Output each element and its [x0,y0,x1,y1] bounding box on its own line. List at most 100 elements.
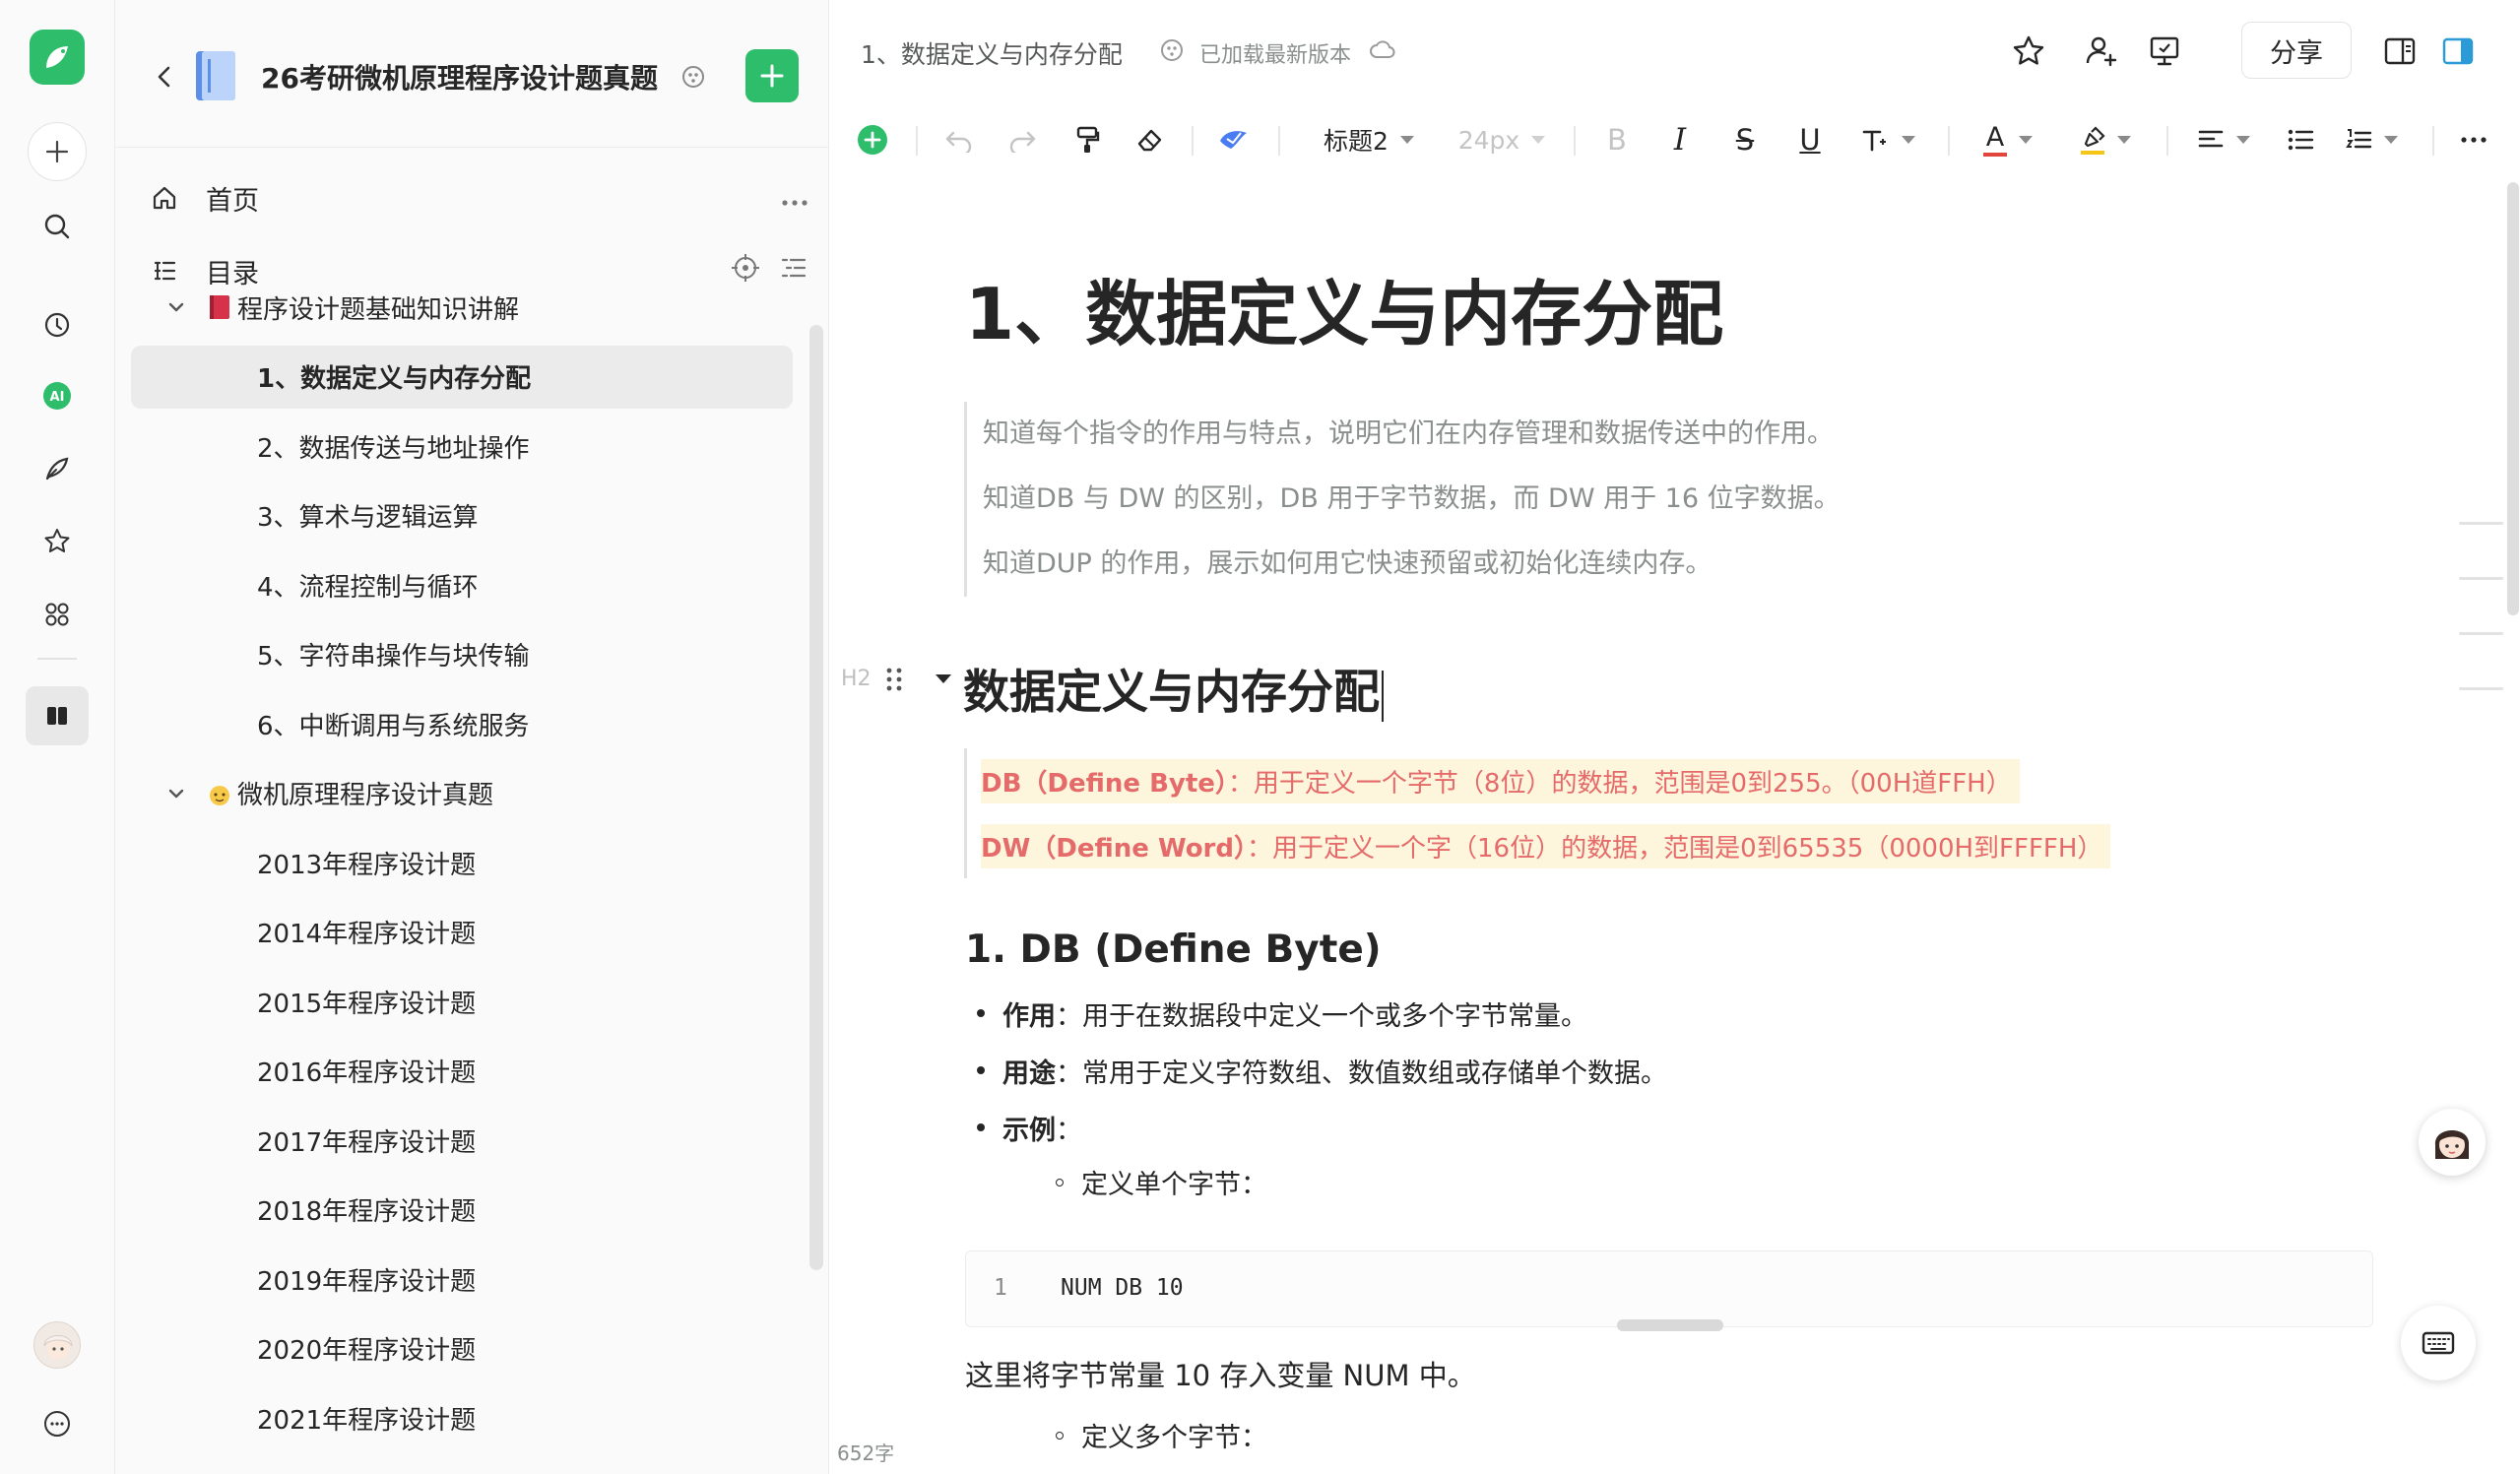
notes-feather-icon[interactable] [35,447,79,490]
tree-item[interactable]: 1、数据定义与内存分配 [131,345,793,409]
breadcrumb[interactable]: 1、数据定义与内存分配 [861,35,1123,71]
ai-brush-icon[interactable] [1209,116,1259,163]
back-chevron-icon[interactable] [150,57,179,96]
nav-home[interactable]: 首页 [145,169,814,226]
chevron-down-icon [1531,136,1546,144]
user-avatar[interactable] [33,1321,81,1369]
align-select[interactable] [2188,116,2259,163]
undo-icon[interactable] [937,116,981,163]
italic-button[interactable]: I [1658,116,1702,163]
highlight-color-picker[interactable] [2068,116,2143,163]
red-book-icon [210,295,229,319]
document-body[interactable]: 1、数据定义与内存分配 知道每个指令的作用与特点，说明它们在内存管理和数据传送中… [829,177,2520,1474]
tree-item[interactable]: 2015年程序设计题 [131,970,793,1033]
tree-item[interactable]: 2017年程序设计题 [131,1109,793,1172]
highlight-term: DW（Define Word） [981,833,1247,864]
redo-icon[interactable] [1001,116,1044,163]
bullet-list-icon[interactable] [2279,116,2322,163]
sub-bullet-text: 定义多个字节： [1081,1423,1267,1453]
fold-caret-icon[interactable] [936,674,951,683]
bullet-list[interactable]: 作用 ：用于在数据段中定义一个或多个字节常量。 用途 ：常用于定义字符数组、数值数组… [977,985,1667,1156]
insert-plus-icon[interactable] [851,116,894,163]
ai-assistant-icon[interactable]: AI [35,374,79,417]
chevron-down-icon [2117,136,2131,144]
sub-list-item[interactable]: 定义单个字节： [1056,1163,1267,1201]
font-color-picker[interactable]: A [1973,116,2042,163]
book-title[interactable]: 26考研微机原理程序设计题真题 [261,57,658,96]
more-tools-icon[interactable] [2452,116,2495,163]
outline-minimap[interactable] [2459,522,2503,742]
tree-item-label: 2014年程序设计题 [257,920,477,949]
book-settings-icon[interactable] [679,63,707,91]
editor-scrollbar[interactable] [2507,182,2519,615]
chevron-down-icon[interactable] [164,295,188,319]
bullet-text: ：用于在数据段中定义一个或多个字节常量。 [1056,1000,1587,1032]
tree-item[interactable]: 2021年程序设计题 [131,1386,793,1449]
heading-level-marker: H2 [841,667,872,691]
intro-quote[interactable]: 知道每个指令的作用与特点，说明它们在内存管理和数据传送中的作用。 知道DB 与 … [964,402,1949,597]
tree-item[interactable]: 5、字符串操作与块传输 [131,623,793,686]
tree-item-label: 5、字符串操作与块传输 [257,642,530,672]
share-button[interactable]: 分享 [2241,22,2352,79]
code-block[interactable]: 1 NUM DB 10 [965,1250,2373,1327]
tree-item-label: 2016年程序设计题 [257,1058,477,1088]
home-more-icon[interactable] [781,183,808,214]
favorites-star-icon[interactable] [35,520,79,563]
chevron-down-icon [2236,136,2250,144]
favorite-star-icon[interactable] [2007,30,2050,73]
save-status: 已加载最新版本 [1199,43,1352,68]
apps-grid-icon[interactable] [35,593,79,636]
tree-item[interactable]: 2、数据传送与地址操作 [131,415,793,478]
font-color-glyph: A [1985,121,2005,153]
tree-item[interactable]: 2013年程序设计题 [131,831,793,894]
presentation-icon[interactable] [2143,30,2186,73]
highlight-quote[interactable]: DB（Define Byte）：用于定义一个字节（8位）的数据，范围是0到255… [964,748,2111,878]
more-circle-icon[interactable] [35,1402,79,1445]
more-text-format-icon[interactable] [1853,116,1922,163]
bold-button[interactable]: B [1595,116,1639,163]
tree-item[interactable]: 2016年程序设计题 [131,1040,793,1103]
font-size-select[interactable]: 24px [1448,116,1556,163]
yuque-logo-icon[interactable] [30,30,85,85]
doc-title[interactable]: 1、数据定义与内存分配 [965,256,1723,359]
tree-item[interactable]: 2020年程序设计题 [131,1317,793,1380]
tree-item[interactable]: 2014年程序设计题 [131,901,793,964]
format-painter-icon[interactable] [1066,116,1109,163]
add-doc-button[interactable] [745,49,799,102]
highlight-text: ：用于定义一个字节（8位）的数据，范围是0到255。（00H道FFH） [1227,768,2012,799]
home-icon [145,178,184,218]
underline-button[interactable]: U [1788,116,1832,163]
sub-list-item[interactable]: 定义多个字节： [1056,1416,1267,1454]
search-icon[interactable] [35,205,79,248]
tree-item[interactable]: 6、中断调用与系统服务 [131,692,793,755]
strikethrough-button[interactable]: S [1723,116,1767,163]
editor-main: 1、数据定义与内存分配 已加载最新版本 分享 标题2 24px B I S U … [829,0,2520,1474]
keyboard-shortcuts-button[interactable] [2401,1306,2476,1380]
section-heading[interactable]: 数据定义与内存分配 [963,654,1384,722]
tree-item[interactable]: 4、流程控制与循环 [131,553,793,616]
recent-clock-icon[interactable] [35,303,79,347]
tree-group[interactable]: 程序设计题基础知识讲解 [131,276,793,339]
code-scrollbar[interactable] [1617,1319,1723,1331]
outline-panel-icon[interactable] [2378,30,2422,73]
sidebar-toggle-icon[interactable] [2436,30,2480,73]
tree-item[interactable]: 2018年程序设计题 [131,1179,793,1242]
heading-style-select[interactable]: 标题2 [1310,116,1428,163]
tree-group[interactable]: 微机原理程序设计真题 [131,762,793,825]
new-plus-icon[interactable] [28,122,87,181]
sidebar-scrollbar[interactable] [809,325,823,1270]
drag-handle-icon[interactable] [884,666,904,693]
tree-item[interactable]: 3、算术与逻辑运算 [131,484,793,547]
library-book-icon[interactable] [26,686,89,745]
assistant-avatar-button[interactable] [2419,1109,2486,1176]
subsection-heading[interactable]: 1. DB (Define Byte) [965,928,1382,972]
paragraph[interactable]: 这里将字节常量 10 存入变量 NUM 中。 [965,1353,1476,1394]
ordered-list-select[interactable] [2336,116,2407,163]
keyboard-icon [2422,1331,2455,1355]
clear-format-eraser-icon[interactable] [1129,116,1172,163]
highlight-term: DB（Define Byte） [981,768,1228,799]
add-collaborator-icon[interactable] [2080,30,2123,73]
code-text: NUM DB 10 [1061,1275,1184,1301]
tree-item[interactable]: 2019年程序设计题 [131,1248,793,1311]
chevron-down-icon[interactable] [164,782,188,805]
